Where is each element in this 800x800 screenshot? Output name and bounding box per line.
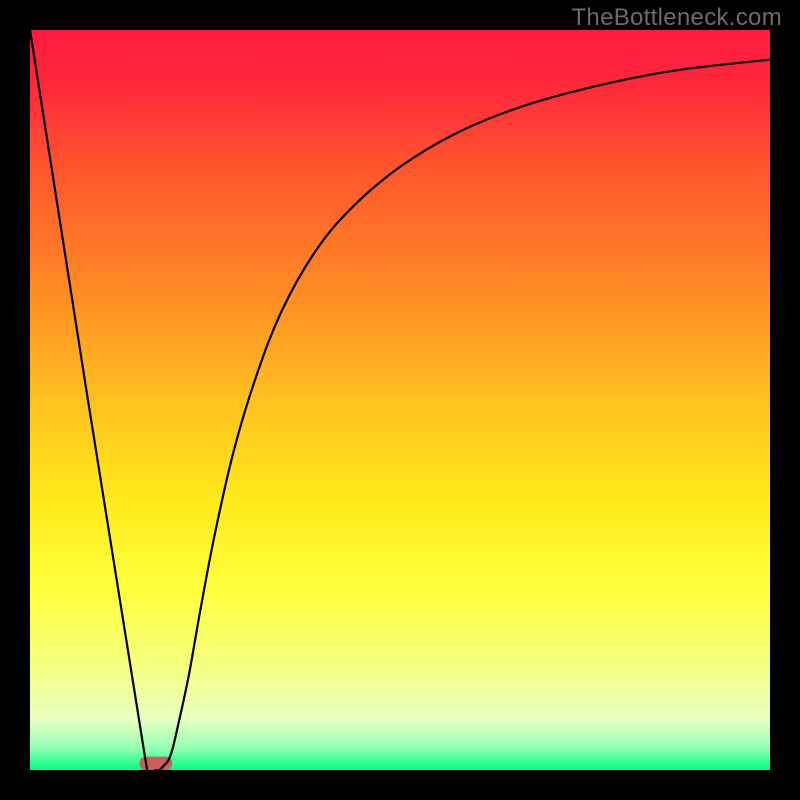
chart-frame: TheBottleneck.com	[0, 0, 800, 800]
watermark-text: TheBottleneck.com	[571, 4, 782, 32]
chart-background	[30, 30, 770, 770]
chart-svg	[30, 30, 770, 770]
